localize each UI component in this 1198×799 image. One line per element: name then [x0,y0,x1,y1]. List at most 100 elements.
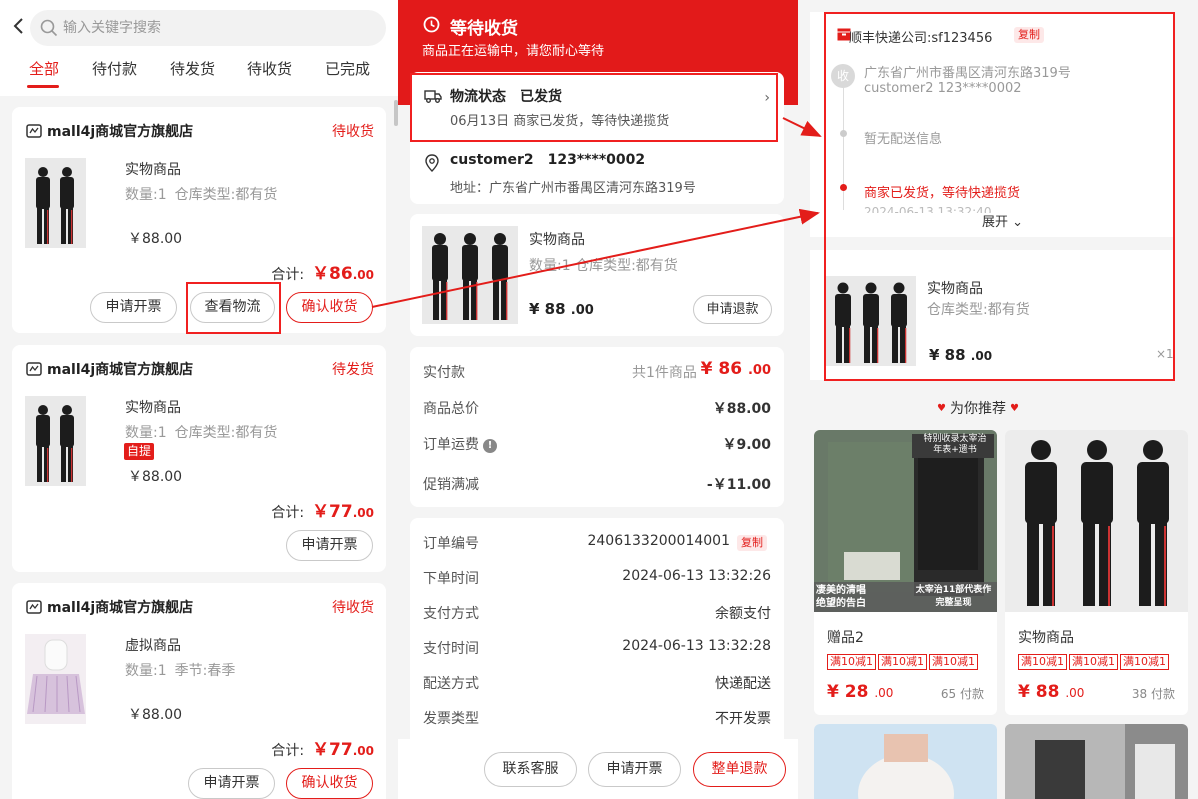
delivery-method-value: 快递配送 [715,676,771,692]
recommend-item-image[interactable]: 特别收录太宰治 年表+遗书 凄美的清唱 绝望的告白 太宰治11部代表作 完整呈现 [814,430,997,612]
recipient-address: 地址：广东省广州市番禺区清河东路319号 [450,181,696,196]
recommend-item-price: ¥ 88 .00 [1018,682,1085,702]
apply-invoice-button[interactable]: 申请开票 [90,292,177,323]
recommend-item[interactable] [1005,724,1188,799]
tab-pending-receipt[interactable]: 待收货 [247,59,292,79]
payment-summary-card: 实付款 共1件商品 ¥ 86 .00 商品总价 ￥88.00 订单运费! ￥9.… [410,347,784,507]
pickup-tag: 自提 [124,443,155,460]
paid-amount: ¥ 86 .00 [700,359,771,379]
product-image[interactable] [422,226,518,324]
highlight-box-view-logistics [186,282,281,334]
active-tab-indicator [27,85,59,88]
recipient-name-phone: customer2 123****0002 [450,152,646,168]
order-total: 合计: ￥77.00 [271,502,374,522]
book-cover-text: 特别收录太宰治 年表+遗书 [923,434,987,455]
product-name: 实物商品 [125,400,181,416]
confirm-receipt-button[interactable]: 确认收货 [286,768,373,799]
recommend-title: ♥ 为你推荐 ♥ [937,401,1019,417]
product-name: 实物商品 [125,162,181,178]
contact-service-button[interactable]: 联系客服 [484,752,577,787]
tab-pending-shipment[interactable]: 待发货 [170,59,215,79]
copy-order-number-button[interactable]: 复制 [737,535,767,551]
search-input[interactable] [63,10,363,46]
recommend-item-name: 实物商品 [1018,630,1074,646]
product-image[interactable] [25,396,86,486]
heart-icon: ♥ [1010,403,1019,414]
apply-refund-button[interactable]: 申请退款 [693,295,772,324]
product-name: 实物商品 [529,232,585,248]
recommend-item-price: ¥ 28 .00 [827,682,894,702]
order-item-card[interactable]: 实物商品 数量:1 仓库类型:都有货 ¥ 88 .00 申请退款 [410,214,784,336]
order-card[interactable]: mall4j商城官方旗舰店 待收货 虚拟商品 数量:1 季节:春季 ￥88.00 … [12,583,386,799]
tab-pending-payment[interactable]: 待付款 [92,59,137,79]
payment-method-label: 支付方式 [423,606,479,622]
recommend-item[interactable]: 实物商品 满10减1 满10减1 满10减1 ¥ 88 .00 38 付款 [1005,430,1188,715]
payment-time-label: 支付时间 [423,641,479,657]
apply-invoice-button[interactable]: 申请开票 [588,752,681,787]
shipping-fee-value: ￥9.00 [722,437,771,453]
goods-total-label: 商品总价 [423,401,479,417]
product-image[interactable] [25,634,86,724]
invoice-type-label: 发票类型 [423,711,479,727]
order-status-title: 等待收货 [450,19,518,39]
product-image[interactable] [25,158,86,248]
product-spec: 数量:1 季节:春季 [125,663,236,679]
recommend-item[interactable] [814,724,997,799]
order-status-subtitle: 商品正在运输中，请您耐心等待 [422,44,605,59]
book-cover-text: 太宰治11部代表作 完整呈现 [915,585,992,608]
order-status: 待收货 [332,600,374,616]
highlight-box-logistics-status [410,73,778,142]
book-cover-text: 凄美的清唱 绝望的告白 [816,585,866,609]
order-list-header: 全部 待付款 待发货 待收货 已完成 [0,0,398,96]
invoice-type-value: 不开发票 [715,711,771,727]
order-status: 待发货 [332,362,374,378]
shop-name[interactable]: mall4j商城官方旗舰店 [47,121,193,141]
product-spec: 数量:1 仓库类型:都有货 [529,258,678,274]
tab-completed[interactable]: 已完成 [325,59,370,79]
payment-time-value: 2024-06-13 13:32:28 [622,638,771,654]
order-detail-panel: 等待收货 商品正在运输中，请您耐心等待 物流状态 已发货 06月13日 商家已发货… [398,0,798,799]
search-bar[interactable] [30,10,386,46]
promotion-discount-value: -￥11.00 [706,477,771,493]
tab-all[interactable]: 全部 [29,59,59,79]
info-icon[interactable]: ! [483,439,497,453]
shop-icon [26,362,42,376]
heart-icon: ♥ [937,403,946,414]
product-price: ￥88.00 [128,231,183,247]
payment-method-value: 余额支付 [715,606,771,622]
shop-icon [26,124,42,138]
order-time-value: 2024-06-13 13:32:26 [622,568,771,584]
recommend-item-image[interactable] [814,724,997,799]
shop-name[interactable]: mall4j商城官方旗舰店 [47,597,193,617]
recommend-item[interactable]: 特别收录太宰治 年表+遗书 凄美的清唱 绝望的告白 太宰治11部代表作 完整呈现 赠品… [814,430,997,715]
apply-invoice-button[interactable]: 申请开票 [188,768,275,799]
order-total: 合计: ￥86.00 [271,264,374,284]
order-action-bar: 联系客服 申请开票 整单退款 [398,739,798,799]
product-spec: 数量:1 仓库类型:都有货 [125,187,278,203]
order-time-label: 下单时间 [423,571,479,587]
product-name: 虚拟商品 [125,638,181,654]
order-info-card: 订单编号 2406133200014001 复制 下单时间 2024-06-13… [410,518,784,748]
order-card[interactable]: mall4j商城官方旗舰店 待发货 实物商品 数量:1 仓库类型:都有货 自提 ￥… [12,345,386,572]
back-arrow-icon[interactable] [12,17,26,35]
recommend-item-image[interactable] [1005,430,1188,612]
recommend-item-image[interactable] [1005,724,1188,799]
shop-name[interactable]: mall4j商城官方旗舰店 [47,359,193,379]
promo-tags: 满10减1 满10减1 满10减1 [827,653,980,670]
recommend-item-name: 赠品2 [827,630,864,646]
clock-icon [423,16,440,33]
promo-tags: 满10减1 满10减1 满10减1 [1018,653,1171,670]
order-list-panel: 全部 待付款 待发货 待收货 已完成 mall4j商城官方旗舰店 待收货 实物商… [0,0,398,799]
order-status: 待收货 [332,124,374,140]
product-price: ¥ 88 .00 [529,300,594,318]
full-refund-button[interactable]: 整单退款 [693,752,786,787]
apply-invoice-button[interactable]: 申请开票 [286,530,373,561]
product-price: ￥88.00 [128,469,183,485]
product-spec: 数量:1 仓库类型:都有货 [125,425,278,441]
location-pin-icon [425,154,439,172]
goods-total-value: ￥88.00 [712,401,771,417]
recommend-item-sold: 65 付款 [940,687,984,701]
paid-label: 实付款 [423,365,465,381]
confirm-receipt-button[interactable]: 确认收货 [286,292,373,323]
promotion-discount-label: 促销满减 [423,477,479,493]
